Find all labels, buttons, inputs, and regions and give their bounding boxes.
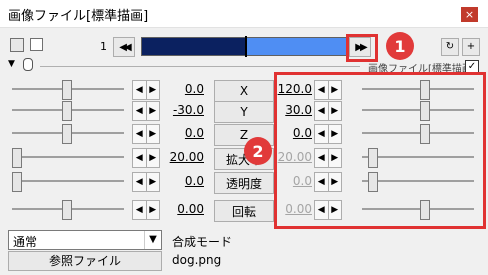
add-icon[interactable]: + <box>462 38 480 56</box>
param-button[interactable]: 回転 <box>214 200 274 222</box>
timeline-bar[interactable] <box>141 36 348 57</box>
param-button[interactable]: X <box>214 80 274 102</box>
arrow-right-icon[interactable]: ▶ <box>145 149 160 167</box>
arrow-left-icon[interactable]: ◀ <box>133 149 146 167</box>
annotation-badge-1: 1 <box>386 32 414 60</box>
arrow-left-icon[interactable]: ◀ <box>133 81 146 99</box>
arrow-right-icon[interactable]: ▶ <box>145 81 160 99</box>
arrow-right-icon[interactable]: ▶ <box>145 201 160 219</box>
slider-thumb[interactable] <box>12 148 22 168</box>
left-stepper[interactable]: ◀ ▶ <box>132 124 160 144</box>
title-bar: 画像ファイル[標準描画] × <box>0 0 488 28</box>
highlight-next-button <box>346 34 378 62</box>
left-slider[interactable] <box>12 123 124 144</box>
chevron-down-icon[interactable]: ▼ <box>144 231 161 249</box>
left-slider[interactable] <box>12 79 124 100</box>
left-value[interactable]: 0.0 <box>160 82 204 96</box>
frame-number: 1 <box>100 40 107 53</box>
highlight-right-values <box>274 72 486 229</box>
arrow-right-icon[interactable]: ▶ <box>145 125 160 143</box>
slider-thumb[interactable] <box>62 80 72 100</box>
param-button[interactable]: 透明度 <box>214 172 274 194</box>
left-slider[interactable] <box>12 199 124 220</box>
slider-track <box>12 180 124 182</box>
window-title: 画像ファイル[標準描画] <box>8 9 149 24</box>
reference-filename: dog.png <box>172 253 222 267</box>
left-stepper[interactable]: ◀ ▶ <box>132 172 160 192</box>
left-stepper[interactable]: ◀ ▶ <box>132 101 160 121</box>
arrow-left-icon[interactable]: ◀ <box>133 201 146 219</box>
separator-line <box>40 66 360 67</box>
arrow-right-icon[interactable]: ▶ <box>145 173 160 191</box>
collapse-triangle-icon[interactable]: ▼ <box>8 59 15 69</box>
blend-mode-label: 合成モード <box>172 235 233 249</box>
left-slider[interactable] <box>12 147 124 168</box>
left-value[interactable]: 0.00 <box>160 202 204 216</box>
annotation-badge-2: 2 <box>244 137 272 165</box>
reload-icon[interactable]: ↻ <box>441 38 459 56</box>
arrow-right-icon[interactable]: ▶ <box>145 102 160 120</box>
slider-thumb[interactable] <box>62 200 72 220</box>
left-value[interactable]: 0.0 <box>160 174 204 188</box>
left-stepper[interactable]: ◀ ▶ <box>132 148 160 168</box>
slider-thumb[interactable] <box>62 124 72 144</box>
timeline-filled <box>142 38 246 55</box>
camera-icon[interactable] <box>10 38 24 52</box>
prev-frame-button[interactable]: ◀◀ <box>113 37 135 57</box>
timeline-remaining <box>246 38 347 55</box>
blend-mode-select[interactable]: 通常 ▼ <box>8 230 162 250</box>
left-value[interactable]: -30.0 <box>160 103 204 117</box>
left-value[interactable]: 0.0 <box>160 126 204 140</box>
arrow-left-icon[interactable]: ◀ <box>133 102 146 120</box>
slider-track <box>12 156 124 158</box>
mouse-icon <box>23 58 33 71</box>
arrow-left-icon[interactable]: ◀ <box>133 173 146 191</box>
left-stepper[interactable]: ◀ ▶ <box>132 80 160 100</box>
left-slider[interactable] <box>12 171 124 192</box>
param-button[interactable]: Y <box>214 101 274 123</box>
left-stepper[interactable]: ◀ ▶ <box>132 200 160 220</box>
left-slider[interactable] <box>12 100 124 121</box>
arrow-left-icon[interactable]: ◀ <box>133 125 146 143</box>
slider-thumb[interactable] <box>62 101 72 121</box>
timeline-cursor[interactable] <box>245 36 247 57</box>
left-value[interactable]: 20.00 <box>160 150 204 164</box>
slider-thumb[interactable] <box>12 172 22 192</box>
close-button[interactable]: × <box>461 7 478 22</box>
reference-file-button[interactable]: 参照ファイル <box>8 251 162 271</box>
blend-mode-value: 通常 <box>13 235 38 249</box>
screen-icon[interactable] <box>30 38 43 51</box>
